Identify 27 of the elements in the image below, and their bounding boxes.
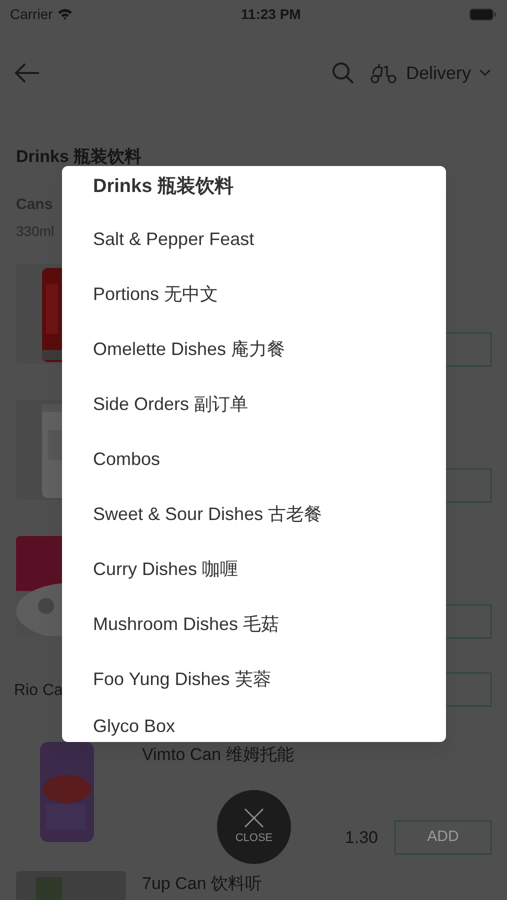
menu-item[interactable]: Glyco Box	[93, 713, 176, 740]
search-icon[interactable]	[332, 62, 354, 84]
scooter-icon	[370, 62, 398, 84]
menu-item[interactable]: Portions 无中文	[93, 281, 218, 308]
menu-item[interactable]: Foo Yung Dishes 芙蓉	[93, 666, 271, 693]
menu-item[interactable]: Side Orders 副订单	[93, 391, 248, 418]
back-arrow-icon[interactable]	[14, 63, 40, 83]
battery-icon	[469, 8, 497, 20]
carrier-label: Carrier	[10, 4, 53, 24]
menu-item[interactable]: Sweet & Sour Dishes 古老餐	[93, 501, 322, 528]
product-name: 7up Can 饮料听	[142, 874, 262, 893]
product-name: Rio Ca	[14, 681, 63, 701]
time-label: 11:23 PM	[240, 4, 301, 24]
menu-item[interactable]: Omelette Dishes 庵力餐	[93, 336, 286, 363]
menu-item[interactable]: Salt & Pepper Feast	[93, 226, 254, 253]
menu-item[interactable]: Mushroom Dishes 毛菇	[93, 611, 280, 638]
close-icon	[244, 808, 264, 828]
menu-item[interactable]: Combos	[93, 446, 160, 473]
wifi-icon	[56, 8, 73, 20]
price-label: 1.30	[344, 826, 378, 849]
menu-title: Drinks 瓶装饮料	[93, 175, 234, 199]
product-name: Vimto Can 维姆托能	[142, 744, 295, 766]
delivery-label: Delivery	[406, 62, 471, 85]
chevron-down-icon	[479, 69, 491, 77]
section-title: Drinks 瓶装饮料	[16, 146, 142, 168]
close-button[interactable]: CLOSE	[217, 790, 291, 864]
menu-item[interactable]: Curry Dishes 咖喱	[93, 556, 238, 583]
